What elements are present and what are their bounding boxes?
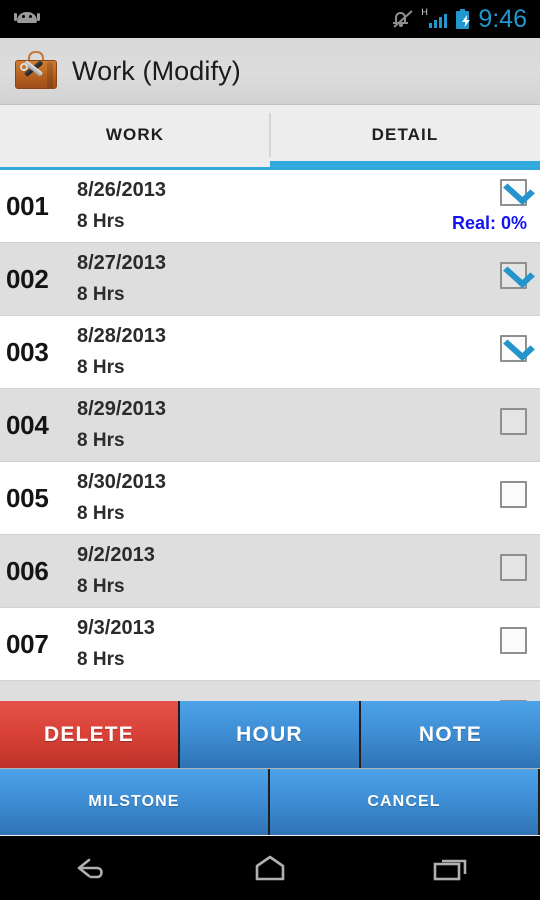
row-checkbox[interactable] [500,178,527,206]
mute-icon [392,9,413,29]
note-button-label: NOTE [418,722,483,746]
table-row[interactable]: 006 9/2/2013 8 Hrs [0,535,540,608]
row-info: 9/2/2013 8 Hrs [70,544,435,598]
row-controls [435,335,540,369]
row-sequence: 003 [6,336,49,367]
row-info: 8/27/2013 8 Hrs [70,252,435,306]
row-date: 8/27/2013 [77,252,166,274]
row-real-percent: Real: 0% [451,212,527,233]
row-checkbox[interactable] [500,627,527,654]
row-controls [435,408,540,442]
back-icon[interactable] [0,853,180,883]
row-sequence: 005 [6,482,49,513]
battery-charging-icon [456,9,470,29]
row-checkbox[interactable] [500,554,527,581]
delete-button[interactable]: DELETE [0,701,180,768]
row-info: 8/28/2013 8 Hrs [70,325,435,379]
row-date: 8/29/2013 [77,398,166,420]
app-screen: H 9:46 Work (Modify) WORK DETAIL 001 8/2… [0,0,540,900]
tab-detail[interactable]: DETAIL [270,105,540,170]
row-info: 8/26/2013 8 Hrs [70,179,435,233]
status-bar: H 9:46 [0,0,540,38]
tab-detail-label: DETAIL [371,124,439,144]
row-info: 9/3/2013 8 Hrs [70,617,435,671]
hour-button[interactable]: HOUR [180,701,361,768]
row-sequence: 001 [6,190,49,221]
cancel-button-label: CANCEL [367,793,441,810]
row-hours: 8 Hrs [77,576,125,597]
row-sequence: 006 [6,555,49,586]
action-bar: Work (Modify) [0,38,540,105]
note-button[interactable]: NOTE [361,701,540,768]
row-hours: 8 Hrs [77,430,125,451]
android-robot-icon [14,11,40,28]
table-row[interactable]: 002 8/27/2013 8 Hrs [0,243,540,316]
action-button-row-primary: DELETE HOUR NOTE [0,701,540,768]
status-bar-clock: 9:46 [478,4,527,33]
table-row[interactable]: 001 8/26/2013 8 Hrs Real: 0% [0,170,540,243]
row-date: 9/3/2013 [77,617,155,639]
row-sequence: 007 [6,628,49,659]
cancel-button[interactable]: CANCEL [270,769,540,835]
row-checkbox[interactable] [500,408,527,435]
milestone-button-label: MILSTONE [88,793,180,810]
table-row[interactable]: 003 8/28/2013 8 Hrs [0,316,540,389]
tab-bar: WORK DETAIL [0,105,540,170]
signal-h-icon: H [421,7,448,29]
page-title: Work (Modify) [72,55,241,86]
tab-work[interactable]: WORK [0,105,270,170]
action-button-bar: DELETE HOUR NOTE MILSTONE CANCEL [0,701,540,835]
delete-button-label: DELETE [43,722,135,746]
row-controls [435,554,540,588]
row-controls [435,262,540,296]
row-checkbox[interactable] [500,335,527,362]
recents-icon[interactable] [360,852,540,884]
row-sequence: 004 [6,409,49,440]
action-button-row-secondary: MILSTONE CANCEL [0,768,540,835]
row-date: 8/26/2013 [77,179,166,201]
home-icon[interactable] [180,852,360,884]
milestone-button[interactable]: MILSTONE [0,769,270,835]
tab-work-label: WORK [105,124,165,144]
detail-list[interactable]: 001 8/26/2013 8 Hrs Real: 0% 002 8/27/20… [0,170,540,701]
row-checkbox[interactable] [500,262,527,289]
row-date: 9/2/2013 [77,544,155,566]
status-bar-system-icons: H 9:46 [392,4,540,33]
row-info: 8/29/2013 8 Hrs [70,398,435,452]
row-controls: Real: 0% [435,178,540,234]
table-row[interactable]: 004 8/29/2013 8 Hrs [0,389,540,462]
row-checkbox[interactable] [500,481,527,508]
row-hours: 8 Hrs [77,284,125,305]
row-sequence: 002 [6,263,49,294]
row-controls [435,627,540,661]
network-type-label: H [421,7,428,17]
table-row[interactable] [0,681,540,701]
row-hours: 8 Hrs [77,211,125,232]
row-hours: 8 Hrs [77,649,125,670]
hour-button-label: HOUR [236,722,303,746]
row-hours: 8 Hrs [77,503,125,524]
row-hours: 8 Hrs [77,357,125,378]
row-date: 8/28/2013 [77,325,166,347]
row-info: 8/30/2013 8 Hrs [70,471,435,525]
table-row[interactable]: 007 9/3/2013 8 Hrs [0,608,540,681]
tab-detail-underline [270,161,540,170]
row-controls [435,481,540,515]
table-row[interactable]: 005 8/30/2013 8 Hrs [0,462,540,535]
system-navigation-bar [0,836,540,900]
toolbox-icon [14,51,58,91]
status-bar-notifications [0,11,392,28]
row-date: 8/30/2013 [77,471,166,493]
